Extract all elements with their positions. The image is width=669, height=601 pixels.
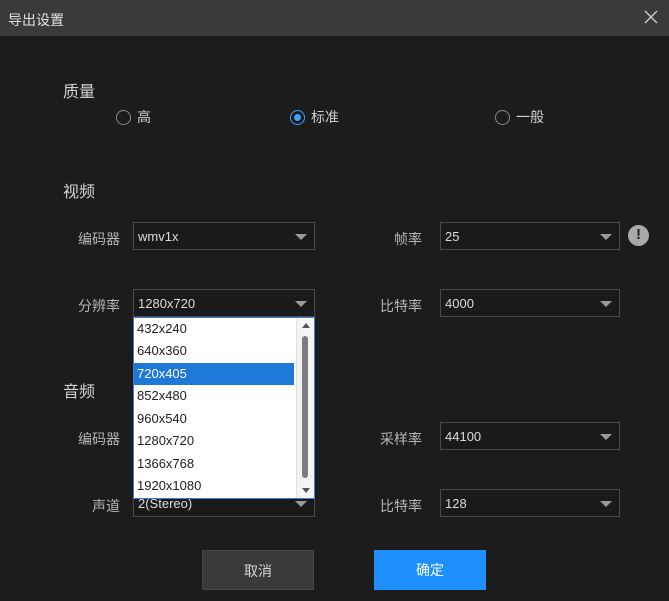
caret-down-icon [600, 434, 612, 440]
dropdown-option[interactable]: 1280x720 [134, 430, 294, 452]
samplerate-select[interactable]: 44100 [440, 422, 620, 450]
radio-checked-icon [290, 109, 305, 125]
warning-icon[interactable]: ! [628, 225, 649, 246]
caret-down-icon [295, 234, 307, 240]
radio-quality-high[interactable]: 高 [116, 107, 151, 127]
radio-label: 标准 [311, 109, 339, 125]
video-encoder-select[interactable]: wmv1x [133, 222, 315, 250]
video-encoder-label: 编码器 [78, 231, 120, 247]
radio-quality-normal[interactable]: 一般 [495, 107, 544, 127]
caret-down-icon [295, 301, 307, 307]
select-value: wmv1x [138, 229, 179, 244]
title-bar: 导出设置 [0, 0, 669, 36]
dropdown-option[interactable]: 432x240 [134, 318, 294, 340]
audio-bitrate-label: 比特率 [380, 498, 422, 514]
resolution-dropdown-list[interactable]: 432x240 640x360 720x405 852x480 960x540 … [133, 317, 315, 499]
audio-bitrate-select[interactable]: 128 [440, 489, 620, 517]
video-bitrate-label: 比特率 [380, 298, 422, 314]
scrollbar-thumb[interactable] [302, 336, 308, 478]
select-value: 25 [445, 229, 460, 244]
radio-label: 高 [137, 109, 151, 125]
caret-down-icon [600, 234, 612, 240]
audio-heading: 音频 [63, 384, 96, 401]
dropdown-option[interactable]: 1920x1080 [134, 475, 294, 497]
audio-encoder-label: 编码器 [78, 431, 120, 447]
select-value: 1280x720 [138, 296, 196, 311]
dropdown-option[interactable]: 960x540 [134, 408, 294, 430]
window-title: 导出设置 [8, 12, 64, 28]
select-value: 128 [445, 496, 467, 511]
channel-label: 声道 [92, 498, 120, 514]
dropdown-scrollbar[interactable] [296, 318, 314, 498]
resolution-select[interactable]: 1280x720 [133, 289, 315, 317]
radio-icon [116, 109, 131, 125]
samplerate-label: 采样率 [380, 431, 422, 447]
cancel-button[interactable]: 取消 [202, 550, 314, 590]
radio-label: 一般 [516, 109, 544, 125]
close-icon[interactable] [643, 9, 659, 25]
dropdown-option-highlighted[interactable]: 720x405 [134, 363, 294, 385]
video-heading: 视频 [63, 184, 96, 201]
caret-down-icon [600, 501, 612, 507]
caret-down-icon [295, 501, 307, 507]
framerate-select[interactable]: 25 [440, 222, 620, 250]
framerate-label: 帧率 [394, 231, 422, 247]
ok-button[interactable]: 确定 [374, 550, 486, 590]
dropdown-option[interactable]: 1366x768 [134, 453, 294, 475]
resolution-label: 分辨率 [78, 298, 120, 314]
caret-down-icon [600, 301, 612, 307]
select-value: 44100 [445, 429, 482, 444]
select-value: 4000 [445, 296, 474, 311]
dropdown-option[interactable]: 640x360 [134, 340, 294, 362]
radio-icon [495, 109, 510, 125]
scroll-down-icon[interactable] [302, 488, 310, 493]
video-bitrate-select[interactable]: 4000 [440, 289, 620, 317]
quality-heading: 质量 [63, 84, 96, 101]
scroll-up-icon[interactable] [302, 323, 310, 328]
dropdown-option[interactable]: 852x480 [134, 385, 294, 407]
radio-quality-standard[interactable]: 标准 [290, 107, 339, 127]
